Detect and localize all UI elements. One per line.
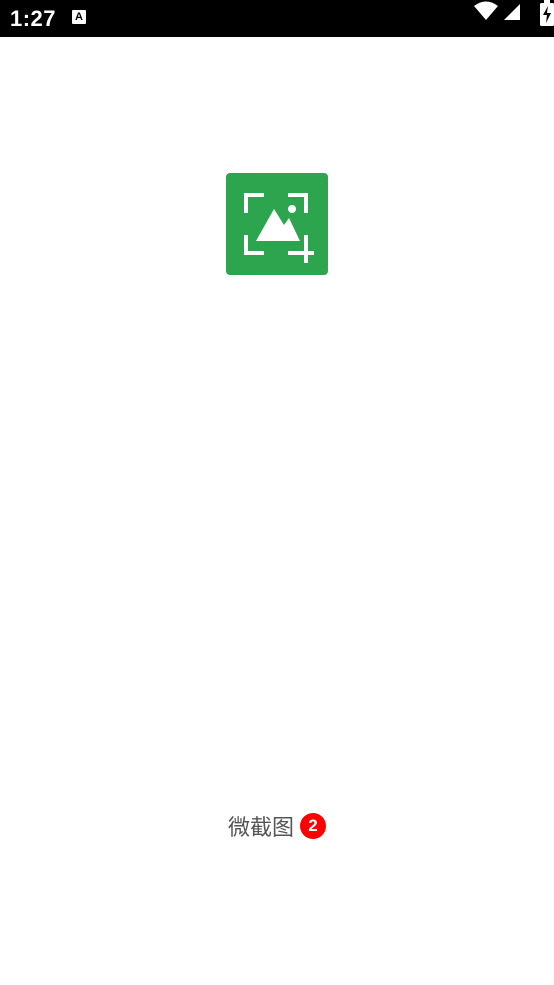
signal-icon bbox=[504, 4, 520, 20]
status-time: 1:27 bbox=[10, 6, 57, 31]
app-name-row: 微截图 2 bbox=[0, 808, 554, 844]
status-bar: 1:27 A bbox=[0, 0, 554, 37]
battery-charging-icon bbox=[540, 0, 554, 26]
wifi-icon bbox=[474, 1, 498, 20]
version-badge: 2 bbox=[300, 813, 326, 839]
app-name: 微截图 bbox=[227, 816, 294, 841]
app-logo-icon bbox=[226, 173, 328, 275]
a-icon: A bbox=[72, 10, 86, 24]
notification-letter: A bbox=[75, 11, 83, 23]
